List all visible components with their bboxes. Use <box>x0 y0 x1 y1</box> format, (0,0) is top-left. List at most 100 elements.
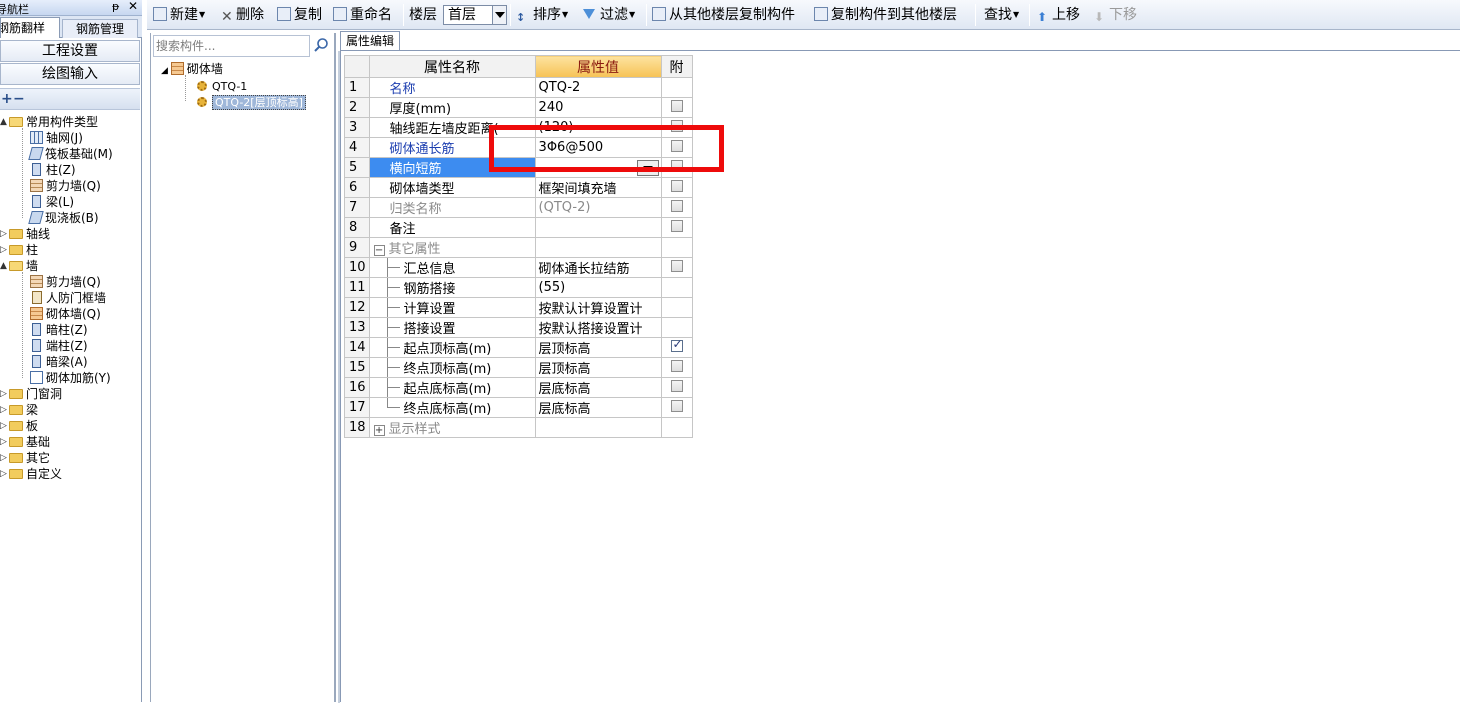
component-search-input[interactable]: 搜索构件... <box>153 35 310 57</box>
attach-checkbox[interactable] <box>670 380 683 392</box>
filter-button[interactable]: 过滤▼ <box>583 6 635 24</box>
tree-item[interactable]: 筏板基础(M) <box>28 146 113 162</box>
tree-item[interactable]: 梁(L) <box>30 194 74 210</box>
tree-item[interactable]: 现浇板(B) <box>28 210 99 226</box>
tree-item[interactable]: 柱(Z) <box>30 162 76 178</box>
property-row[interactable]: 15 终点顶标高(m) 层顶标高 <box>344 357 693 378</box>
property-value-cell[interactable]: QTQ-2 <box>534 77 662 98</box>
tree-item[interactable]: ▷ 柱 <box>0 242 38 258</box>
attach-checkbox[interactable] <box>670 339 683 352</box>
component-item-qtq-2[interactable]: QTQ-2[层顶标高] <box>197 95 306 111</box>
tree-item[interactable]: 端柱(Z) <box>30 338 88 354</box>
tree-item[interactable]: ▷ 其它 <box>0 450 50 466</box>
property-row[interactable]: 17 终点底标高(m) 层底标高 <box>344 397 693 418</box>
floor-select[interactable]: 首层 <box>443 5 507 25</box>
property-value-cell[interactable]: (QTQ-2) <box>534 197 662 218</box>
tree-expander-icon[interactable]: ▷ <box>0 418 8 434</box>
search-icon[interactable] <box>313 37 329 53</box>
tree-expander-icon[interactable]: ▷ <box>0 434 8 450</box>
dropdown-arrow-icon[interactable] <box>492 6 506 24</box>
property-row[interactable]: 11 钢筋搭接 (55) <box>344 277 693 298</box>
tree-item[interactable]: ▷ 基础 <box>0 434 50 450</box>
property-value-cell[interactable] <box>534 417 662 438</box>
property-row[interactable]: 14 起点顶标高(m) 层顶标高 <box>344 337 693 358</box>
tree-item[interactable]: 剪力墙(Q) <box>30 274 101 290</box>
find-button[interactable]: 查找▼ <box>984 6 1019 24</box>
property-row[interactable]: 2 厚度(mm) 240 <box>344 97 693 118</box>
copy-from-other-floor-button[interactable]: 从其他楼层复制构件 <box>652 6 795 24</box>
property-row[interactable]: 18 + 显示样式 <box>344 417 693 438</box>
property-value-cell[interactable]: 框架间填充墙 <box>534 177 662 198</box>
attach-checkbox[interactable] <box>670 260 683 272</box>
property-value-cell[interactable]: 层底标高 <box>534 377 662 398</box>
tree-item[interactable]: 砌体加筋(Y) <box>30 370 111 386</box>
property-row[interactable]: 16 起点底标高(m) 层底标高 <box>344 377 693 398</box>
tree-item[interactable]: 暗梁(A) <box>30 354 88 370</box>
property-row[interactable]: 6 砌体墙类型 框架间填充墙 <box>344 177 693 198</box>
property-row[interactable]: 1 名称 QTQ-2 <box>344 77 693 98</box>
property-row[interactable]: 13 搭接设置 按默认搭接设置计 <box>344 317 693 338</box>
attach-checkbox[interactable] <box>670 200 683 212</box>
property-value-cell[interactable]: 层顶标高 <box>534 357 662 378</box>
attach-checkbox[interactable] <box>670 220 683 232</box>
attach-checkbox[interactable] <box>670 100 683 112</box>
property-row[interactable]: 7 归类名称 (QTQ-2) <box>344 197 693 218</box>
project-settings-button[interactable]: 工程设置 <box>0 40 140 62</box>
tree-item[interactable]: 剪力墙(Q) <box>30 178 101 194</box>
property-value-cell[interactable]: 240 <box>534 97 662 118</box>
move-up-button[interactable]: ⬆ 上移 <box>1037 6 1080 24</box>
property-value-cell[interactable]: 层顶标高 <box>534 337 662 358</box>
property-value-cell[interactable]: (55) <box>534 277 662 298</box>
collapse-arrow-icon[interactable]: ◢ <box>161 66 168 76</box>
property-row[interactable]: 8 备注 <box>344 217 693 238</box>
rename-button[interactable]: 重命名 <box>333 6 392 24</box>
tree-expander-icon[interactable]: ▲ <box>0 114 8 130</box>
close-icon[interactable]: ✕ <box>128 0 138 13</box>
property-row[interactable]: 9− 其它属性 <box>344 237 693 258</box>
copy-to-other-floor-button[interactable]: 复制构件到其他楼层 <box>814 6 957 24</box>
tab-rebar-layout[interactable]: 钢筋翻样 <box>0 17 60 38</box>
pin-icon[interactable]: ᵽ <box>112 0 119 13</box>
collapse-icon[interactable]: − <box>373 245 385 256</box>
tab-property-editor[interactable]: 属性编辑 <box>340 31 400 51</box>
property-row[interactable]: 12 计算设置 按默认计算设置计 <box>344 297 693 318</box>
tree-item[interactable]: ▷ 轴线 <box>0 226 50 242</box>
delete-button[interactable]: ✕ 删除 <box>221 6 264 25</box>
property-value-cell[interactable]: 层底标高 <box>534 397 662 418</box>
tree-item[interactable]: ▲ 常用构件类型 <box>0 114 98 130</box>
tree-item[interactable]: 人防门框墙 <box>30 290 106 306</box>
tab-rebar-management[interactable]: 钢筋管理 <box>62 19 138 38</box>
tree-expander-icon[interactable]: ▷ <box>0 466 8 482</box>
tree-item[interactable]: ▷ 自定义 <box>0 466 62 482</box>
property-value-cell[interactable] <box>534 217 662 238</box>
property-value-cell[interactable]: 按默认搭接设置计 <box>534 317 662 338</box>
attach-checkbox[interactable] <box>670 180 683 192</box>
tree-item[interactable]: 暗柱(Z) <box>30 322 88 338</box>
tree-item[interactable]: ▷ 门窗洞 <box>0 386 62 402</box>
tree-expander-icon[interactable]: ▲ <box>0 258 8 274</box>
property-value-cell[interactable]: 砌体通长拉结筋 <box>534 257 662 278</box>
property-value-cell[interactable]: 按默认计算设置计 <box>534 297 662 318</box>
new-button[interactable]: 新建▼ <box>153 6 205 24</box>
move-down-button[interactable]: ⬇ 下移 <box>1094 6 1137 24</box>
component-root[interactable]: ◢ 砌体墙 <box>161 61 223 77</box>
drawing-input-button[interactable]: 绘图输入 <box>0 63 140 85</box>
tree-expander-icon[interactable]: ▷ <box>0 242 8 258</box>
tree-expander-icon[interactable]: ▷ <box>0 450 8 466</box>
tree-item[interactable]: ▷ 板 <box>0 418 38 434</box>
tree-item[interactable]: ▲ 墙 <box>0 258 38 274</box>
expand-all-icon[interactable]: + <box>1 91 13 107</box>
collapse-all-icon[interactable]: − <box>13 91 25 107</box>
tree-expander-icon[interactable]: ▷ <box>0 402 8 418</box>
tree-item[interactable]: 砌体墙(Q) <box>30 306 101 322</box>
attach-checkbox[interactable] <box>670 400 683 412</box>
property-value-cell[interactable] <box>534 237 662 258</box>
property-row[interactable]: 10 汇总信息 砌体通长拉结筋 <box>344 257 693 278</box>
expand-icon[interactable]: + <box>373 425 385 436</box>
component-item-qtq-1[interactable]: QTQ-1 <box>197 79 247 95</box>
tree-expander-icon[interactable]: ▷ <box>0 386 8 402</box>
tree-item[interactable]: ▷ 梁 <box>0 402 38 418</box>
tree-item[interactable]: 轴网(J) <box>30 130 83 146</box>
attach-checkbox[interactable] <box>670 360 683 372</box>
tree-expander-icon[interactable]: ▷ <box>0 226 8 242</box>
